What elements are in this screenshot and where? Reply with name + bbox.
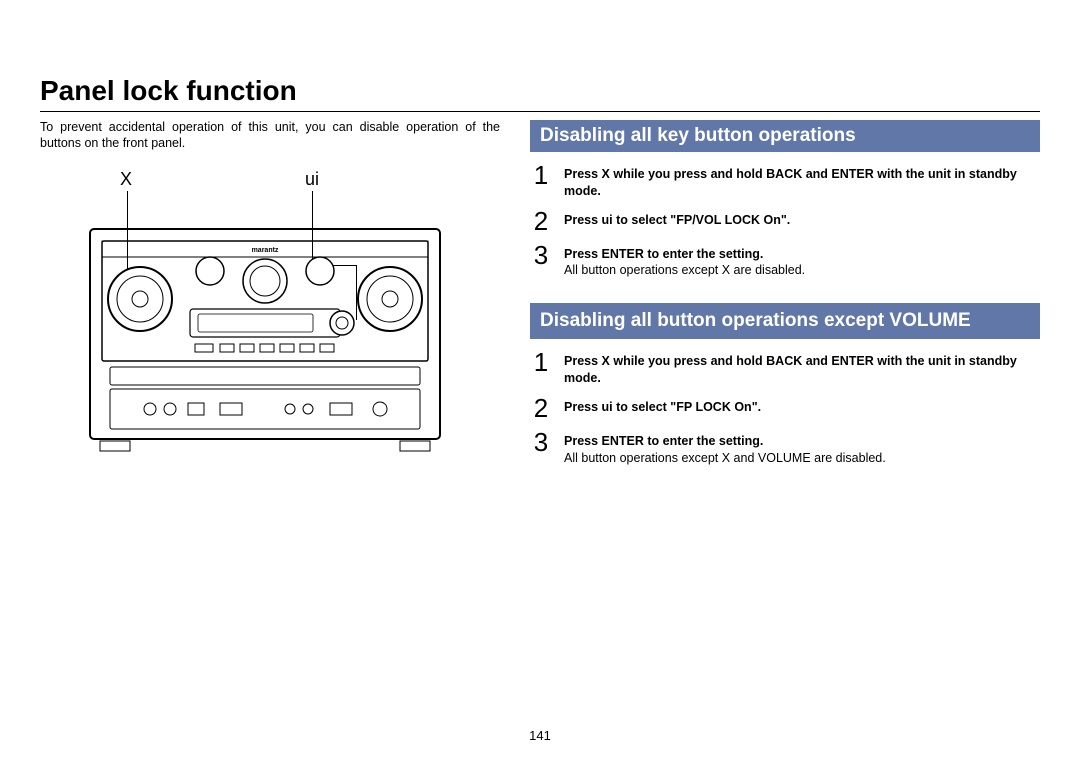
callout-x: X bbox=[120, 169, 132, 190]
section2-steps: 1 Press X while you press and hold BACK … bbox=[530, 349, 1040, 467]
step-row: 2 Press ui to select "FP LOCK On". bbox=[530, 395, 1040, 421]
step-row: 3 Press ENTER to enter the setting. All … bbox=[530, 242, 1040, 280]
step-number: 1 bbox=[530, 162, 552, 188]
section2-heading: Disabling all button operations except V… bbox=[530, 303, 1040, 339]
step-number: 3 bbox=[530, 429, 552, 455]
step-note: All button operations except X are disab… bbox=[564, 263, 805, 277]
step-text: Press X while you press and hold BACK an… bbox=[564, 354, 1017, 385]
device-illustration-svg: marantz bbox=[80, 209, 450, 459]
step-row: 1 Press X while you press and hold BACK … bbox=[530, 349, 1040, 387]
device-diagram: X ui marantz bbox=[40, 169, 490, 489]
step-row: 3 Press ENTER to enter the setting. All … bbox=[530, 429, 1040, 467]
section1-steps: 1 Press X while you press and hold BACK … bbox=[530, 162, 1040, 280]
callout-ui: ui bbox=[305, 169, 319, 190]
intro-paragraph: To prevent accidental operation of this … bbox=[40, 120, 500, 151]
step-note: All button operations except X and VOLUM… bbox=[564, 451, 886, 465]
step-text: Press ENTER to enter the setting. bbox=[564, 247, 763, 261]
step-number: 2 bbox=[530, 208, 552, 234]
page-title: Panel lock function bbox=[40, 75, 1040, 112]
brand-text: marantz bbox=[252, 247, 279, 254]
section1-heading: Disabling all key button operations bbox=[530, 120, 1040, 152]
step-row: 1 Press X while you press and hold BACK … bbox=[530, 162, 1040, 200]
step-number: 1 bbox=[530, 349, 552, 375]
step-text: Press X while you press and hold BACK an… bbox=[564, 167, 1017, 198]
step-text: Press ENTER to enter the setting. bbox=[564, 434, 763, 448]
step-text: Press ui to select "FP LOCK On". bbox=[564, 400, 761, 414]
step-text: Press ui to select "FP/VOL LOCK On". bbox=[564, 213, 790, 227]
step-number: 2 bbox=[530, 395, 552, 421]
step-row: 2 Press ui to select "FP/VOL LOCK On". bbox=[530, 208, 1040, 234]
step-number: 3 bbox=[530, 242, 552, 268]
page-number: 141 bbox=[529, 728, 551, 743]
